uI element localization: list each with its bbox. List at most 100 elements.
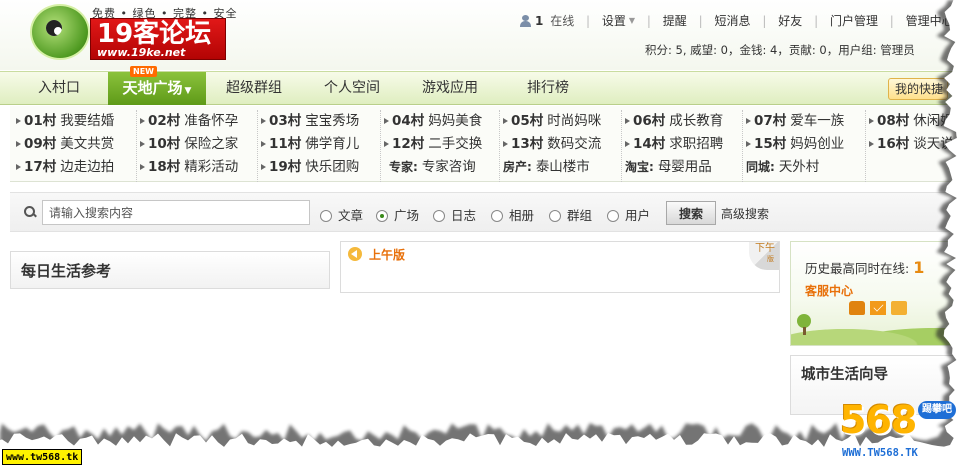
category-link[interactable]: 同城: 天外村: [746, 155, 819, 175]
peak-online-label: 历史最高同时在线: 1: [805, 258, 925, 277]
afternoon-edition-tab[interactable]: 下午 版: [749, 242, 779, 270]
panel-title: 城市生活向导: [801, 367, 888, 383]
arrow-right-icon: [261, 118, 266, 124]
category-link[interactable]: 房产: 泰山楼市: [503, 155, 590, 175]
search-type-user[interactable]: 用户: [607, 205, 650, 224]
nav-item-games[interactable]: 游戏应用: [410, 72, 490, 105]
peak-online-count: 1: [913, 258, 925, 277]
arrow-right-icon: [16, 118, 21, 124]
toolbar-separator: |: [965, 13, 970, 28]
radio-button[interactable]: [433, 210, 445, 222]
arrow-right-icon: [625, 118, 630, 124]
toolbar-separator: |: [889, 13, 894, 28]
arrow-right-icon: [261, 164, 266, 170]
main-nav: 入村口 NEW 天地广场 ▼ 超级群组 个人空间 游戏应用 排行榜 我的快捷: [0, 66, 970, 105]
search-type-blog[interactable]: 日志: [433, 205, 476, 224]
village-link[interactable]: 04村 妈妈美食: [384, 109, 482, 129]
arrow-right-icon: [503, 141, 508, 147]
subnav-row: 09村 美文共赏 10村 保险之家 11村 佛学育儿 12村 二手交换 13村 数码交流 …: [10, 129, 970, 152]
admin-center-link[interactable]: 管理中心: [906, 12, 954, 29]
arrow-right-icon: [503, 118, 508, 124]
village-link[interactable]: 16村 谈天说地: [869, 132, 967, 152]
play-left-icon[interactable]: [348, 247, 362, 261]
arrow-right-icon: [869, 141, 874, 147]
portal-admin-link[interactable]: 门户管理: [830, 12, 878, 29]
chevron-down-icon: ▼: [184, 86, 192, 96]
mail-icon[interactable]: [870, 300, 886, 315]
village-link[interactable]: 18村 精彩活动: [140, 155, 238, 175]
search-type-plaza[interactable]: 广场: [376, 205, 419, 224]
daily-life-panel: 每日生活参考: [10, 251, 330, 289]
note-icon[interactable]: [891, 300, 907, 315]
watermark-left-url: www.tw568.tk: [2, 449, 83, 465]
village-link[interactable]: 15村 妈妈创业: [746, 132, 844, 152]
toolbar-separator: |: [814, 13, 819, 28]
category-link[interactable]: 淘宝: 母婴用品: [625, 155, 712, 175]
village-link[interactable]: 13村 数码交流: [503, 132, 601, 152]
arrow-right-icon: [746, 141, 751, 147]
user-icon: [520, 14, 531, 27]
village-link[interactable]: 14村 求职招聘: [625, 132, 723, 152]
village-link[interactable]: 01村 我要结婚: [16, 109, 114, 129]
nav-item-personal-space[interactable]: 个人空间: [312, 72, 392, 105]
arrow-right-icon: [16, 141, 21, 147]
afternoon-edition-label: 下午: [755, 243, 775, 254]
logo-name: 19客论坛: [97, 19, 212, 49]
watermark-logo-tag: 踢攀吧: [918, 401, 956, 419]
category-link[interactable]: 专家: 专家咨询: [384, 155, 476, 175]
online-label: 在线: [550, 14, 575, 28]
subnav-row: 01村 我要结婚 02村 准备怀孕 03村 宝宝秀场 04村 妈妈美食 05村 时尚妈咪 …: [10, 106, 970, 129]
chevron-down-icon: ▼: [628, 16, 636, 25]
village-link[interactable]: 08村 休闲娱乐: [869, 109, 967, 129]
village-link[interactable]: 17村 边走边拍: [16, 155, 114, 175]
arrow-right-icon: [384, 118, 389, 124]
online-stats-panel: 历史最高同时在线: 1 客服中心: [790, 241, 970, 346]
search-bar: 文章 广场 日志 相册 群组 用户 搜索 高级搜索: [10, 192, 970, 232]
search-type-group[interactable]: 群组: [549, 205, 592, 224]
user-toolbar: 1 在线 | 设置 ▼ | 提醒 | 短消息 | 好友 | 门户管理 | 管理中心…: [520, 12, 970, 29]
radio-button-checked[interactable]: [376, 210, 388, 222]
search-button[interactable]: 搜索: [666, 201, 716, 225]
village-link[interactable]: 02村 准备怀孕: [140, 109, 238, 129]
watermark-right-url: WWW.TW568.TK: [842, 447, 918, 459]
search-icon: [24, 206, 36, 218]
nav-item-super-groups[interactable]: 超级群组: [214, 72, 294, 105]
search-type-album[interactable]: 相册: [491, 205, 534, 224]
nav-item-plaza-label: 天地广场: [122, 79, 183, 97]
village-link[interactable]: 12村 二手交换: [384, 132, 482, 152]
village-link[interactable]: 10村 保险之家: [140, 132, 238, 152]
radio-button[interactable]: [320, 210, 332, 222]
settings-link[interactable]: 设置 ▼: [602, 12, 635, 29]
village-link[interactable]: 19村 快乐团购: [261, 155, 359, 175]
site-logo[interactable]: 免费 • 绿色 • 完整 • 安全 19客论坛 www.19ke.net: [22, 4, 236, 60]
my-shortcuts-button[interactable]: 我的快捷: [888, 78, 948, 100]
morning-edition-label: 上午版: [369, 248, 406, 262]
arrow-right-icon: [869, 118, 874, 124]
village-link[interactable]: 05村 时尚妈咪: [503, 109, 601, 129]
advanced-search-link[interactable]: 高级搜索: [721, 205, 769, 222]
village-link[interactable]: 11村 佛学育儿: [261, 132, 359, 152]
afternoon-edition-sub: 版: [767, 255, 774, 263]
morning-edition-panel: 上午版 下午 版: [340, 241, 780, 293]
friends-link[interactable]: 好友: [778, 12, 802, 29]
nav-item-ranking[interactable]: 排行榜: [512, 72, 584, 105]
village-link[interactable]: 09村 美文共赏: [16, 132, 114, 152]
village-link[interactable]: 03村 宝宝秀场: [261, 109, 359, 129]
user-credits: 积分: 5, 威望: 0，金钱: 4，贡献: 0，用户组: 管理员: [645, 43, 915, 57]
search-input[interactable]: [42, 200, 310, 225]
arrow-right-icon: [746, 118, 751, 124]
village-link[interactable]: 06村 成长教育: [625, 109, 723, 129]
village-link[interactable]: 07村 爱车一族: [746, 109, 844, 129]
search-type-article[interactable]: 文章: [320, 205, 363, 224]
nav-item-plaza[interactable]: NEW 天地广场 ▼: [108, 66, 206, 105]
reminders-link[interactable]: 提醒: [663, 12, 687, 29]
arrow-right-icon: [140, 164, 145, 170]
panel-title: 每日生活参考: [21, 262, 112, 280]
messages-link[interactable]: 短消息: [715, 12, 751, 29]
toolbar-separator: |: [646, 13, 651, 28]
nav-item-entrance[interactable]: 入村口: [20, 72, 98, 105]
radio-button[interactable]: [491, 210, 503, 222]
phone-icon[interactable]: [849, 300, 865, 315]
radio-button[interactable]: [607, 210, 619, 222]
radio-button[interactable]: [549, 210, 561, 222]
